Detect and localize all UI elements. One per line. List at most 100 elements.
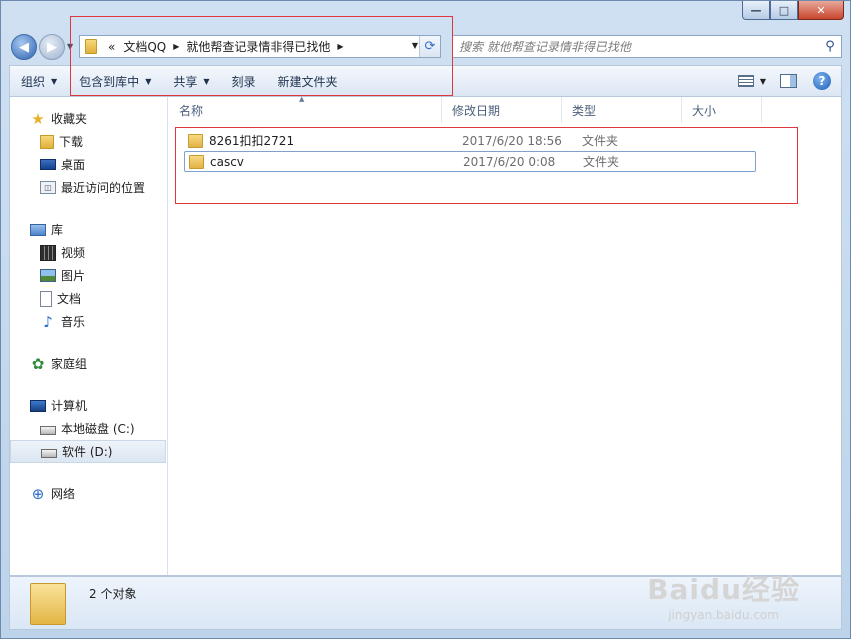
nav-item-pictures[interactable]: 图片 <box>10 264 167 287</box>
nav-item-drive-d[interactable]: 软件 (D:) <box>10 440 166 463</box>
file-type: 文件夹 <box>582 134 619 148</box>
nav-item-label: 文档 <box>57 292 82 306</box>
column-header-date[interactable]: 修改日期 <box>442 97 562 123</box>
homegroup-group: ✿ 家庭组 <box>10 352 167 375</box>
nav-favorites[interactable]: ★ 收藏夹 <box>10 107 167 130</box>
breadcrumb-item-current[interactable]: 就他帮查记录情非得已找他 <box>182 38 334 55</box>
nav-computer[interactable]: 计算机 <box>10 394 167 417</box>
picture-icon <box>40 269 56 282</box>
nav-item-label: 图片 <box>61 269 86 283</box>
navigation-pane: ★ 收藏夹 下载 桌面 ◫ 最近访问的位置 库 视频 图片 文档 ♪ 音乐 ✿ 家庭组 … <box>10 97 168 575</box>
nav-item-downloads[interactable]: 下载 <box>10 130 167 153</box>
maximize-button[interactable]: □ <box>770 1 798 20</box>
chevron-down-icon[interactable]: ▼ <box>760 77 766 86</box>
help-icon[interactable]: ? <box>813 72 831 90</box>
nav-item-label: 音乐 <box>61 315 86 329</box>
item-count: 2 个对象 <box>89 587 137 601</box>
nav-item-videos[interactable]: 视频 <box>10 241 167 264</box>
nav-favorites-label: 收藏夹 <box>51 112 88 126</box>
address-dropdown-icon[interactable]: ▼ <box>412 41 418 50</box>
chevron-right-icon[interactable]: ▶ <box>170 42 182 51</box>
share-label: 共享 <box>173 74 198 89</box>
forward-button[interactable]: ▶ <box>39 34 65 60</box>
column-header-type[interactable]: 类型 <box>562 97 682 123</box>
search-input[interactable] <box>453 39 819 54</box>
document-icon <box>40 290 52 307</box>
recent-pages-dropdown[interactable]: ▼ <box>67 42 73 51</box>
watermark: Baidu经验 jingyan.baidu.com <box>647 568 800 622</box>
library-icon <box>30 223 46 236</box>
column-header-name[interactable]: ▲ 名称 <box>169 95 442 123</box>
nav-item-label: 视频 <box>61 246 86 260</box>
nav-item-documents[interactable]: 文档 <box>10 287 167 310</box>
nav-item-drive-c[interactable]: 本地磁盘 (C:) <box>10 417 167 440</box>
nav-item-label: 软件 (D:) <box>62 445 113 459</box>
file-name: 8261扣扣2721 <box>209 134 295 148</box>
sort-ascending-icon: ▲ <box>299 95 305 103</box>
include-in-library-menu[interactable]: 包含到库中 ▼ <box>68 66 162 96</box>
nav-item-label: 下载 <box>59 135 84 149</box>
nav-item-desktop[interactable]: 桌面 <box>10 153 167 176</box>
computer-group: 计算机 本地磁盘 (C:) 软件 (D:) <box>10 394 167 463</box>
nav-libraries[interactable]: 库 <box>10 218 167 241</box>
search-box[interactable]: ⚲ <box>452 35 842 58</box>
video-icon <box>40 244 56 261</box>
file-row[interactable]: cascv 2017/6/20 0:08 文件夹 <box>184 151 756 172</box>
arrow-right-icon: ▶ <box>47 39 57 55</box>
download-folder-icon <box>40 134 54 149</box>
share-menu[interactable]: 共享 ▼ <box>162 66 220 96</box>
music-note-icon: ♪ <box>43 312 53 331</box>
file-row[interactable]: 8261扣扣2721 2017/6/20 18:56 文件夹 <box>184 130 756 151</box>
refresh-icon: ⟳ <box>424 39 436 54</box>
breadcrumb-item-docs[interactable]: 文档QQ <box>119 38 170 55</box>
nav-item-label: 本地磁盘 (C:) <box>61 422 135 436</box>
nav-item-recent-places[interactable]: ◫ 最近访问的位置 <box>10 176 167 199</box>
nav-homegroup-label: 家庭组 <box>51 357 88 371</box>
nav-homegroup[interactable]: ✿ 家庭组 <box>10 352 167 375</box>
network-group: ⊕ 网络 <box>10 482 167 505</box>
nav-item-label: 最近访问的位置 <box>61 181 146 195</box>
column-header-size[interactable]: 大小 <box>682 97 762 123</box>
file-type: 文件夹 <box>583 155 620 169</box>
file-name: cascv <box>210 154 244 169</box>
include-in-library-label: 包含到库中 <box>79 74 140 89</box>
explorer-window: — □ ✕ ◀ ▶ ▼ « 文档QQ ▶ 就他帮查记录情非得已找他 ▶ ▼ ⟳ … <box>0 0 851 639</box>
nav-computer-label: 计算机 <box>51 399 88 413</box>
navigation-row: ◀ ▶ ▼ « 文档QQ ▶ 就他帮查记录情非得已找他 ▶ ▼ ⟳ ⚲ <box>9 31 842 63</box>
refresh-button[interactable]: ⟳ <box>419 36 440 57</box>
preview-pane-icon[interactable] <box>780 74 797 88</box>
content-area: ★ 收藏夹 下载 桌面 ◫ 最近访问的位置 库 视频 图片 文档 ♪ 音乐 ✿ 家庭组 … <box>9 95 842 576</box>
new-folder-button[interactable]: 新建文件夹 <box>267 66 349 96</box>
search-icon[interactable]: ⚲ <box>819 39 841 54</box>
minimize-button[interactable]: — <box>742 1 770 20</box>
organize-menu[interactable]: 组织 ▼ <box>10 66 68 96</box>
watermark-url: jingyan.baidu.com <box>668 608 779 622</box>
nav-libraries-label: 库 <box>51 223 64 237</box>
arrow-left-icon: ◀ <box>19 39 29 55</box>
nav-item-music[interactable]: ♪ 音乐 <box>10 310 167 333</box>
network-icon: ⊕ <box>31 484 45 503</box>
address-bar[interactable]: « 文档QQ ▶ 就他帮查记录情非得已找他 ▶ ▼ ⟳ <box>79 35 441 58</box>
star-icon: ★ <box>31 109 45 128</box>
folder-icon <box>30 583 66 625</box>
folder-icon <box>188 133 203 148</box>
libraries-group: 库 视频 图片 文档 ♪ 音乐 <box>10 218 167 333</box>
chevron-down-icon: ▼ <box>51 76 58 86</box>
breadcrumb-overflow[interactable]: « <box>104 40 119 54</box>
watermark-logo: Baidu经验 <box>647 573 800 606</box>
view-options-icon[interactable] <box>737 75 754 87</box>
recent-places-icon: ◫ <box>40 181 56 194</box>
computer-icon <box>30 399 46 412</box>
folder-icon <box>85 39 97 54</box>
close-button[interactable]: ✕ <box>798 1 844 20</box>
back-button[interactable]: ◀ <box>11 34 37 60</box>
chevron-down-icon: ▼ <box>203 76 210 86</box>
column-header-row: ▲ 名称 修改日期 类型 大小 <box>169 95 841 123</box>
folder-icon <box>189 154 204 169</box>
nav-network[interactable]: ⊕ 网络 <box>10 482 167 505</box>
chevron-right-icon[interactable]: ▶ <box>334 42 346 51</box>
file-date: 2017/6/20 18:56 <box>462 133 562 148</box>
burn-button[interactable]: 刻录 <box>221 66 267 96</box>
file-list-pane: ▲ 名称 修改日期 类型 大小 8261扣扣2721 2017/6/20 18:5… <box>169 95 841 575</box>
desktop-icon <box>40 159 56 170</box>
